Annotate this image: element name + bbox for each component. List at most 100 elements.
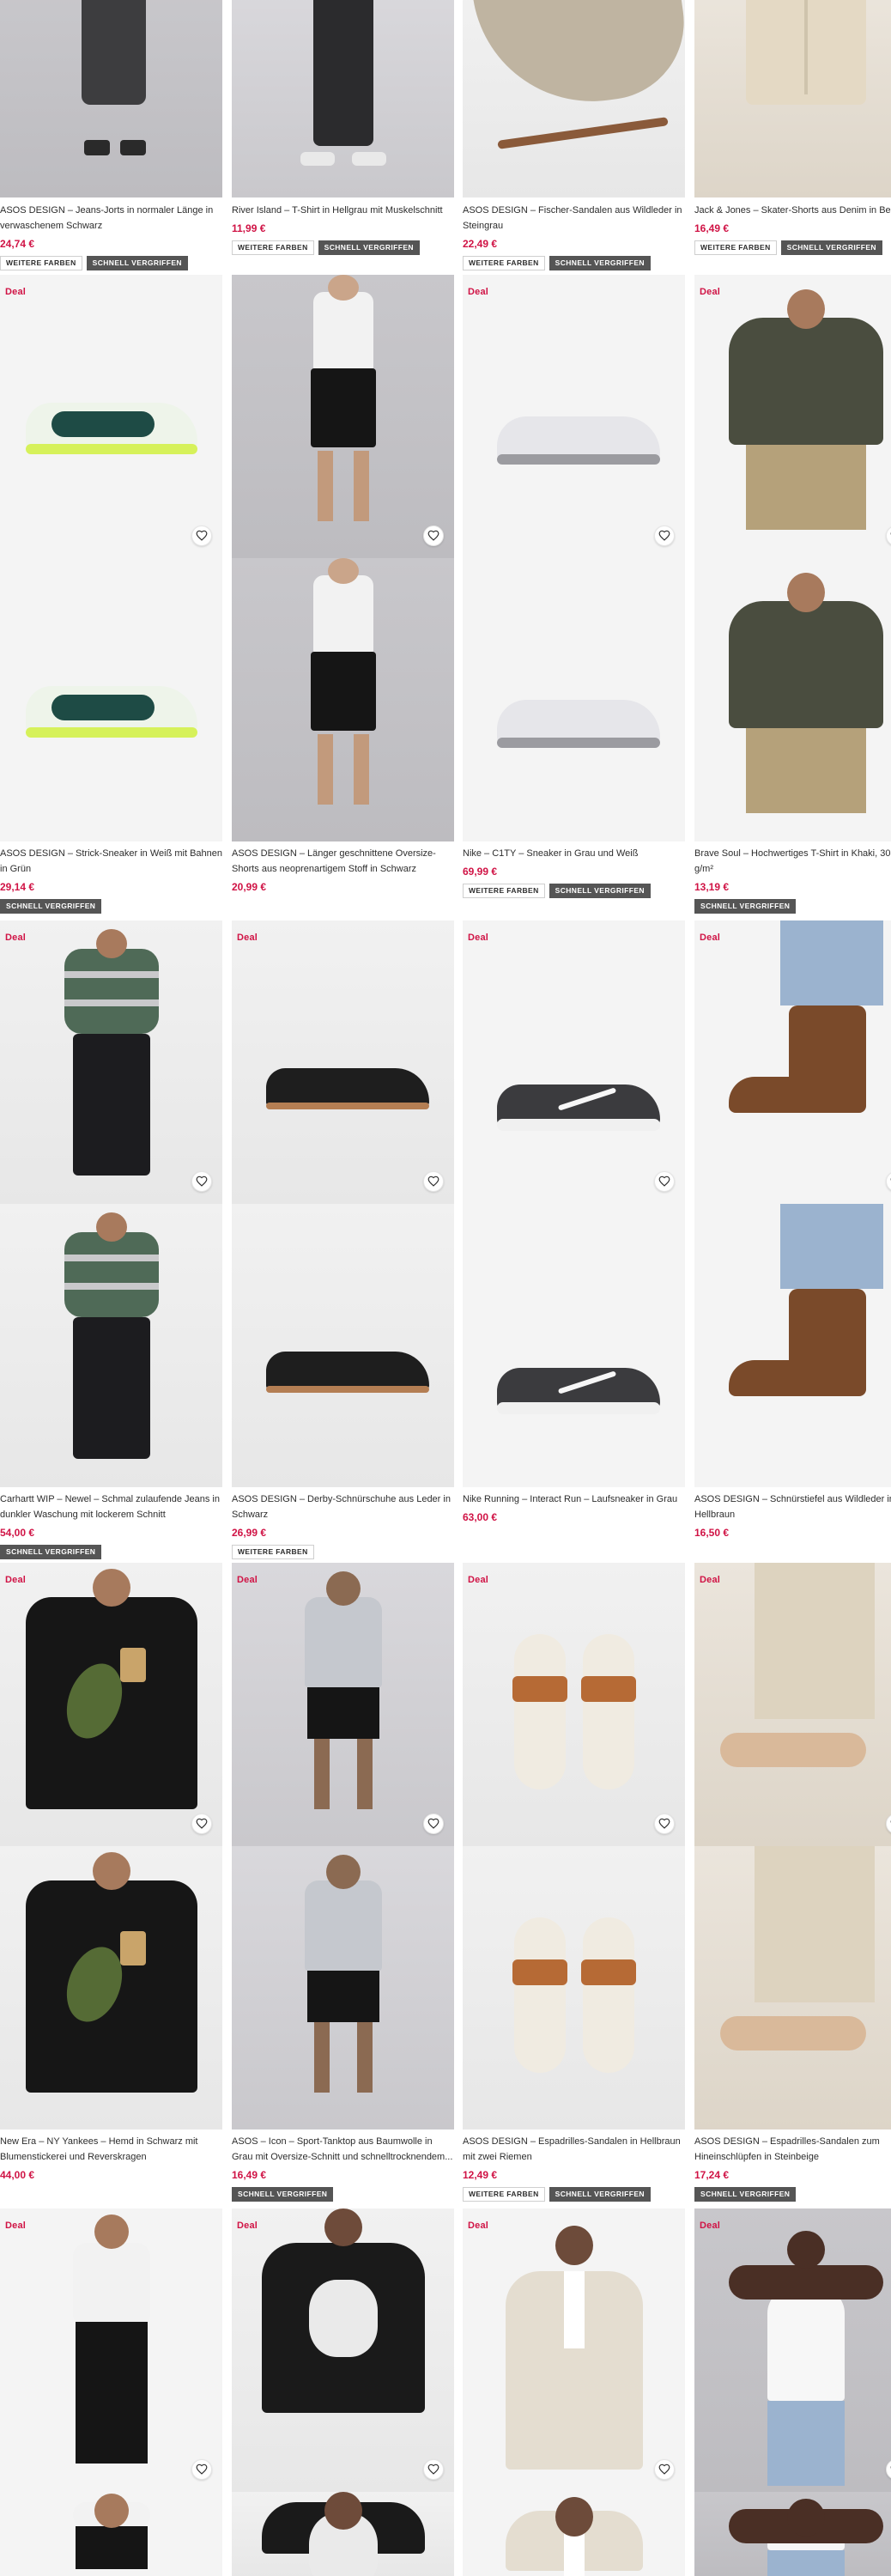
product-image[interactable]: Deal	[0, 920, 222, 1487]
product-image[interactable]: Deal	[463, 920, 685, 1487]
product-title[interactable]: New Era – NY Yankees – Hemd in Schwarz m…	[0, 2134, 222, 2165]
product-image[interactable]: Deal	[694, 1563, 891, 2129]
product-image[interactable]	[232, 0, 454, 197]
product-title[interactable]: ASOS DESIGN – Schnürstiefel aus Wildlede…	[694, 1492, 891, 1522]
selling-fast-badge: SCHNELL VERGRIFFEN	[232, 2187, 334, 2202]
heart-icon[interactable]	[654, 526, 675, 546]
product-title[interactable]: ASOS DESIGN – Fischer-Sandalen aus Wildl…	[463, 203, 685, 234]
product-title[interactable]: ASOS DESIGN – Strick-Sneaker in Weiß mit…	[0, 846, 222, 877]
product-image[interactable]	[0, 0, 222, 197]
product-info: River Island – T-Shirt in Hellgrau mit M…	[232, 203, 454, 255]
product-photo	[463, 275, 685, 558]
product-photo-alt	[0, 558, 222, 841]
product-tags: WEITERE FARBEN SCHNELL VERGRIFFEN	[463, 2187, 685, 2202]
product-title[interactable]: ASOS DESIGN – Derby-Schnürschuhe aus Led…	[232, 1492, 454, 1522]
product-title[interactable]: ASOS – Icon – Sport-Tanktop aus Baumwoll…	[232, 2134, 454, 2165]
heart-icon[interactable]	[191, 2459, 212, 2480]
heart-icon[interactable]	[654, 1814, 675, 1834]
more-colours-badge[interactable]: WEITERE FARBEN	[694, 240, 777, 255]
product-photo-alt	[463, 558, 685, 841]
product-photo	[232, 275, 454, 558]
product-grid: ASOS DESIGN – Jeans-Jorts in normaler Lä…	[0, 0, 891, 2576]
product-info: Jack & Jones – Skater-Shorts aus Denim i…	[694, 203, 891, 255]
product-price: 12,49 €	[463, 2169, 498, 2181]
selling-fast-badge: SCHNELL VERGRIFFEN	[0, 1545, 102, 1559]
heart-icon[interactable]	[423, 2459, 444, 2480]
heart-icon[interactable]	[191, 1814, 212, 1834]
product-photo-alt	[694, 1204, 891, 1487]
heart-icon[interactable]	[191, 1171, 212, 1192]
product-price: 29,14 €	[0, 881, 35, 893]
product-photo-alt	[0, 2492, 222, 2576]
product-title[interactable]: ASOS DESIGN – Länger geschnittene Oversi…	[232, 846, 454, 877]
product-image[interactable]: Deal	[463, 275, 685, 841]
product-tags: WEITERE FARBEN SCHNELL VERGRIFFEN	[0, 256, 222, 270]
product-tags: SCHNELL VERGRIFFEN	[694, 2187, 891, 2202]
more-colours-badge[interactable]: WEITERE FARBEN	[232, 240, 314, 255]
product-image[interactable]: Deal	[0, 275, 222, 841]
deal-badge: Deal	[700, 2221, 721, 2231]
product-image[interactable]	[694, 0, 891, 197]
product-title[interactable]: ASOS DESIGN – Jeans-Jorts in normaler Lä…	[0, 203, 222, 234]
deal-badge: Deal	[5, 933, 27, 943]
product-image[interactable]: Deal	[0, 2208, 222, 2576]
product-image[interactable]: Deal	[232, 2208, 454, 2576]
product-image[interactable]: Deal	[0, 1563, 222, 2129]
product-photo	[0, 1563, 222, 1846]
product-title[interactable]: Brave Soul – Hochwertiges T-Shirt in Kha…	[694, 846, 891, 877]
selling-fast-badge: SCHNELL VERGRIFFEN	[0, 899, 102, 914]
product-photo-alt	[694, 2492, 891, 2576]
product-price: 13,19 €	[694, 881, 730, 893]
heart-icon[interactable]	[423, 1814, 444, 1834]
product-photo	[232, 0, 454, 197]
product-image[interactable]: Deal	[232, 1563, 454, 2129]
deal-badge: Deal	[5, 1575, 27, 1585]
product-photo	[0, 0, 222, 197]
product-tags: WEITERE FARBEN SCHNELL VERGRIFFEN	[232, 240, 454, 255]
product-photo	[694, 275, 891, 558]
product-image[interactable]: Deal	[694, 2208, 891, 2576]
product-title[interactable]: Jack & Jones – Skater-Shorts aus Denim i…	[694, 203, 891, 218]
product-image[interactable]: Deal	[232, 920, 454, 1487]
product-image[interactable]: Deal	[463, 2208, 685, 2576]
deal-badge: Deal	[468, 1575, 489, 1585]
more-colours-badge[interactable]: WEITERE FARBEN	[463, 256, 545, 270]
product-image[interactable]: Deal	[463, 1563, 685, 2129]
product-image[interactable]	[232, 275, 454, 841]
deal-badge: Deal	[237, 933, 258, 943]
product-info: Nike – C1TY – Sneaker in Grau und Weiß 69…	[463, 846, 685, 898]
more-colours-badge[interactable]: WEITERE FARBEN	[463, 884, 545, 898]
product-title[interactable]: Nike – C1TY – Sneaker in Grau und Weiß	[463, 846, 685, 861]
product-photo	[694, 920, 891, 1204]
heart-icon[interactable]	[423, 1171, 444, 1192]
more-colours-badge[interactable]: WEITERE FARBEN	[232, 1545, 314, 1559]
product-photo-alt	[463, 1204, 685, 1487]
heart-icon[interactable]	[654, 1171, 675, 1192]
product-info: ASOS DESIGN – Espadrilles-Sandalen in He…	[463, 2134, 685, 2202]
product-image[interactable]	[463, 0, 685, 197]
selling-fast-badge: SCHNELL VERGRIFFEN	[549, 2187, 651, 2202]
product-info: ASOS DESIGN – Jeans-Jorts in normaler Lä…	[0, 203, 222, 270]
product-title[interactable]: ASOS DESIGN – Espadrilles-Sandalen zum H…	[694, 2134, 891, 2165]
more-colours-badge[interactable]: WEITERE FARBEN	[463, 2187, 545, 2202]
heart-icon[interactable]	[654, 2459, 675, 2480]
product-price: 69,99 €	[463, 866, 498, 878]
product-image[interactable]: Deal	[694, 275, 891, 841]
product-image[interactable]: Deal	[694, 920, 891, 1487]
heart-icon[interactable]	[423, 526, 444, 546]
product-title[interactable]: Nike Running – Interact Run – Laufsneake…	[463, 1492, 685, 1507]
deal-badge: Deal	[237, 1575, 258, 1585]
product-price: 63,00 €	[463, 1511, 498, 1523]
selling-fast-badge: SCHNELL VERGRIFFEN	[780, 240, 882, 255]
product-title[interactable]: Carhartt WIP – Newel – Schmal zulaufende…	[0, 1492, 222, 1522]
heart-icon[interactable]	[191, 526, 212, 546]
product-price: 16,50 €	[694, 1527, 730, 1539]
product-info: ASOS DESIGN – Schnürstiefel aus Wildlede…	[694, 1492, 891, 1541]
product-photo-alt	[694, 1846, 891, 2129]
product-title[interactable]: ASOS DESIGN – Espadrilles-Sandalen in He…	[463, 2134, 685, 2165]
product-price: 20,99 €	[232, 881, 267, 893]
product-title[interactable]: River Island – T-Shirt in Hellgrau mit M…	[232, 203, 454, 218]
product-photo	[232, 920, 454, 1204]
more-colours-badge[interactable]: WEITERE FARBEN	[0, 256, 82, 270]
product-tags: SCHNELL VERGRIFFEN	[0, 1545, 222, 1559]
